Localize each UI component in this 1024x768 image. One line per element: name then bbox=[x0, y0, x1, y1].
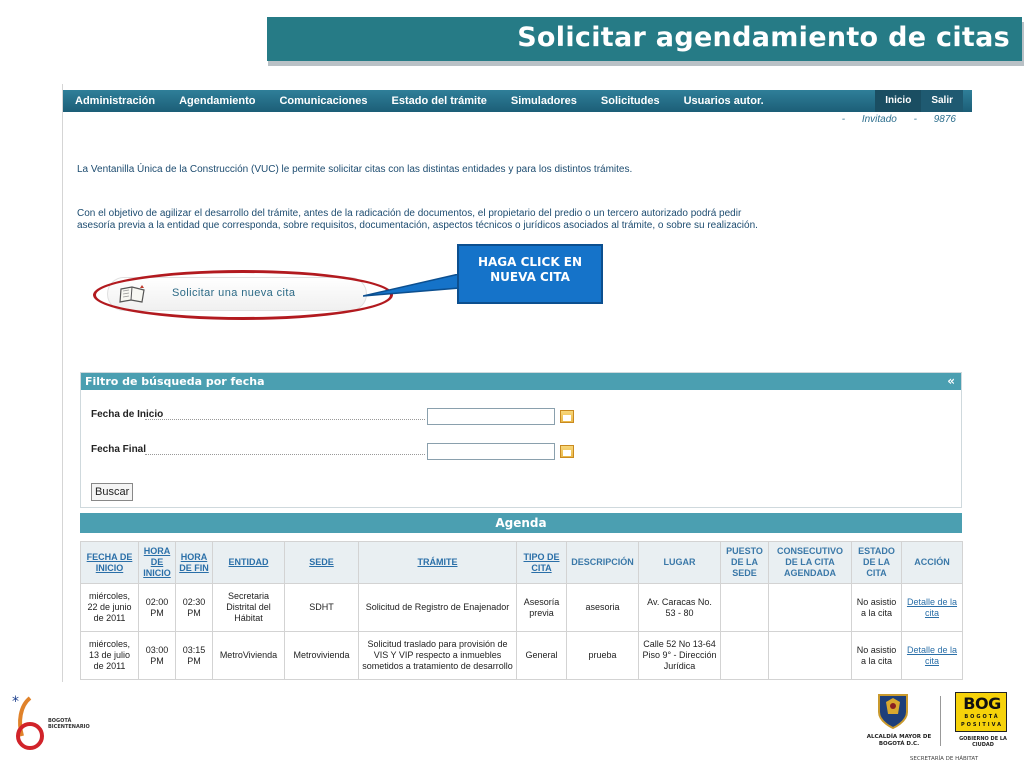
table-row: miércoles, 13 de julio de 2011 03:00 PM … bbox=[80, 631, 963, 680]
col-descripcion: DESCRIPCIÓN bbox=[566, 541, 639, 584]
cell-sede: SDHT bbox=[284, 583, 359, 632]
cell-consecutivo bbox=[768, 631, 852, 680]
cell-hora-inicio: 03:00 PM bbox=[138, 631, 176, 680]
app-screenshot: Administración Agendamiento Comunicacion… bbox=[62, 84, 972, 682]
cell-puesto bbox=[720, 631, 769, 680]
cell-descripcion: prueba bbox=[566, 631, 639, 680]
col-consecutivo: CONSECUTIVO DE LA CITA AGENDADA bbox=[768, 541, 852, 584]
bicentenario-logo: * BOGOTÁ BICENTENARIO bbox=[10, 692, 100, 754]
cell-accion: Detalle de la cita bbox=[901, 631, 963, 680]
collapse-icon[interactable]: « bbox=[947, 373, 955, 390]
col-estado: ESTADO DE LA CITA bbox=[851, 541, 902, 584]
detalle-cita-link[interactable]: Detalle de la cita bbox=[907, 645, 957, 666]
instruction-callout: HAGA CLICK EN NUEVA CITA bbox=[457, 244, 603, 304]
secretaria-label: SECRETARÍA DE HÁBITAT bbox=[909, 756, 979, 762]
agenda-header-row: FECHA DE INICIO HORA DE INICIO HORA DE F… bbox=[80, 541, 963, 584]
footer-divider bbox=[940, 696, 941, 746]
nav-item-agendamiento[interactable]: Agendamiento bbox=[167, 95, 267, 107]
bicentenario-mark-icon: * bbox=[12, 694, 44, 750]
bog-logo-line2: POSITIVA bbox=[960, 722, 1004, 728]
bogota-positiva-logo: BOG BOGOTÁ POSITIVA bbox=[955, 692, 1007, 732]
calendar-icon[interactable] bbox=[560, 410, 574, 423]
end-date-input[interactable] bbox=[427, 443, 555, 460]
main-nav: Administración Agendamiento Comunicacion… bbox=[63, 90, 972, 112]
cell-sede: Metrovivienda bbox=[284, 631, 359, 680]
cell-puesto bbox=[720, 583, 769, 632]
bicentenario-text: BOGOTÁ BICENTENARIO bbox=[48, 718, 90, 730]
user-info: - Invitado - 9876 bbox=[828, 114, 956, 125]
title-banner: Solicitar agendamiento de citas bbox=[264, 17, 1022, 61]
svg-text:*: * bbox=[12, 694, 19, 710]
agenda-title: Agenda bbox=[80, 513, 962, 533]
salir-button[interactable]: Salir bbox=[921, 90, 963, 112]
search-button[interactable]: Buscar bbox=[91, 483, 134, 501]
cell-entidad: MetroVivienda bbox=[212, 631, 285, 680]
col-sede[interactable]: SEDE bbox=[284, 541, 359, 584]
user-separator: - bbox=[841, 114, 846, 125]
col-tramite[interactable]: TRÁMITE bbox=[358, 541, 517, 584]
cell-lugar: Calle 52 No 13-64 Piso 9° - Dirección Ju… bbox=[638, 631, 721, 680]
start-date-input[interactable] bbox=[427, 408, 555, 425]
cell-descripcion: asesoria bbox=[566, 583, 639, 632]
end-date-leader bbox=[145, 454, 425, 455]
slide-title: Solicitar agendamiento de citas bbox=[517, 22, 1010, 53]
nav-item-solicitudes[interactable]: Solicitudes bbox=[589, 95, 672, 107]
bog-logo-text: BOG bbox=[963, 694, 1001, 713]
col-accion: ACCIÓN bbox=[901, 541, 963, 584]
highlight-ellipse bbox=[93, 270, 393, 320]
intro-paragraph-2: Con el objetivo de agilizar el desarroll… bbox=[77, 208, 758, 231]
nav-item-simuladores[interactable]: Simuladores bbox=[499, 95, 589, 107]
filter-header: Filtro de búsqueda por fecha « bbox=[81, 373, 961, 390]
cell-lugar: Av. Caracas No. 53 - 80 bbox=[638, 583, 721, 632]
cell-hora-inicio: 02:00 PM bbox=[138, 583, 176, 632]
col-hora-inicio[interactable]: HORA DE INICIO bbox=[138, 541, 176, 584]
col-fecha-inicio[interactable]: FECHA DE INICIO bbox=[80, 541, 139, 584]
cell-estado: No asistio a la cita bbox=[851, 631, 902, 680]
start-date-leader bbox=[145, 419, 425, 420]
calendar-icon[interactable] bbox=[560, 445, 574, 458]
nav-item-usuarios-autor[interactable]: Usuarios autor. bbox=[672, 95, 776, 107]
date-filter-panel: Filtro de búsqueda por fecha « Fecha de … bbox=[80, 372, 962, 508]
filter-title: Filtro de búsqueda por fecha bbox=[85, 375, 265, 388]
cell-tipo: General bbox=[516, 631, 567, 680]
inicio-button[interactable]: Inicio bbox=[875, 90, 922, 112]
detalle-cita-link[interactable]: Detalle de la cita bbox=[907, 597, 957, 618]
callout-pointer bbox=[363, 274, 460, 297]
cell-accion: Detalle de la cita bbox=[901, 583, 963, 632]
cell-tipo: Asesoría previa bbox=[516, 583, 567, 632]
cell-hora-fin: 02:30 PM bbox=[175, 583, 213, 632]
nav-right: Inicio Salir bbox=[875, 90, 963, 112]
nav-item-estado-tramite[interactable]: Estado del trámite bbox=[380, 95, 499, 107]
col-lugar: LUGAR bbox=[638, 541, 721, 584]
col-puesto-sede: PUESTO DE LA SEDE bbox=[720, 541, 769, 584]
agenda-table: FECHA DE INICIO HORA DE INICIO HORA DE F… bbox=[80, 541, 963, 680]
user-name: Invitado bbox=[861, 114, 897, 125]
col-entidad[interactable]: ENTIDAD bbox=[212, 541, 285, 584]
end-date-label: Fecha Final bbox=[91, 444, 147, 455]
cell-tramite: Solicitud traslado para provisión de VIS… bbox=[358, 631, 517, 680]
col-tipo-cita[interactable]: TIPO DE CITA bbox=[516, 541, 567, 584]
col-hora-fin[interactable]: HORA DE FIN bbox=[175, 541, 213, 584]
user-code: 9876 bbox=[933, 114, 956, 125]
cell-tramite: Solicitud de Registro de Enajenador bbox=[358, 583, 517, 632]
nav-item-comunicaciones[interactable]: Comunicaciones bbox=[267, 95, 379, 107]
intro-paragraph-1: La Ventanilla Única de la Construcción (… bbox=[77, 164, 633, 175]
cell-hora-fin: 03:15 PM bbox=[175, 631, 213, 680]
cell-fecha: miércoles, 13 de julio de 2011 bbox=[80, 631, 139, 680]
bog-logo-line1: BOGOTÁ bbox=[964, 714, 1000, 720]
alcaldia-label: ALCALDÍA MAYOR DE BOGOTÁ D.C. bbox=[866, 734, 932, 747]
cell-estado: No asistio a la cita bbox=[851, 583, 902, 632]
gobierno-label: GOBIERNO DE LA CIUDAD bbox=[959, 736, 1007, 748]
user-separator: - bbox=[913, 114, 917, 125]
coat-of-arms-icon bbox=[878, 694, 908, 730]
cell-entidad: Secretaria Distrital del Hábitat bbox=[212, 583, 285, 632]
cell-fecha: miércoles, 22 de junio de 2011 bbox=[80, 583, 139, 632]
agenda-panel: Agenda FECHA DE INICIO HORA DE INICIO HO… bbox=[80, 513, 963, 680]
table-row: miércoles, 22 de junio de 2011 02:00 PM … bbox=[80, 583, 963, 632]
cell-consecutivo bbox=[768, 583, 852, 632]
nav-item-administracion[interactable]: Administración bbox=[63, 95, 167, 107]
